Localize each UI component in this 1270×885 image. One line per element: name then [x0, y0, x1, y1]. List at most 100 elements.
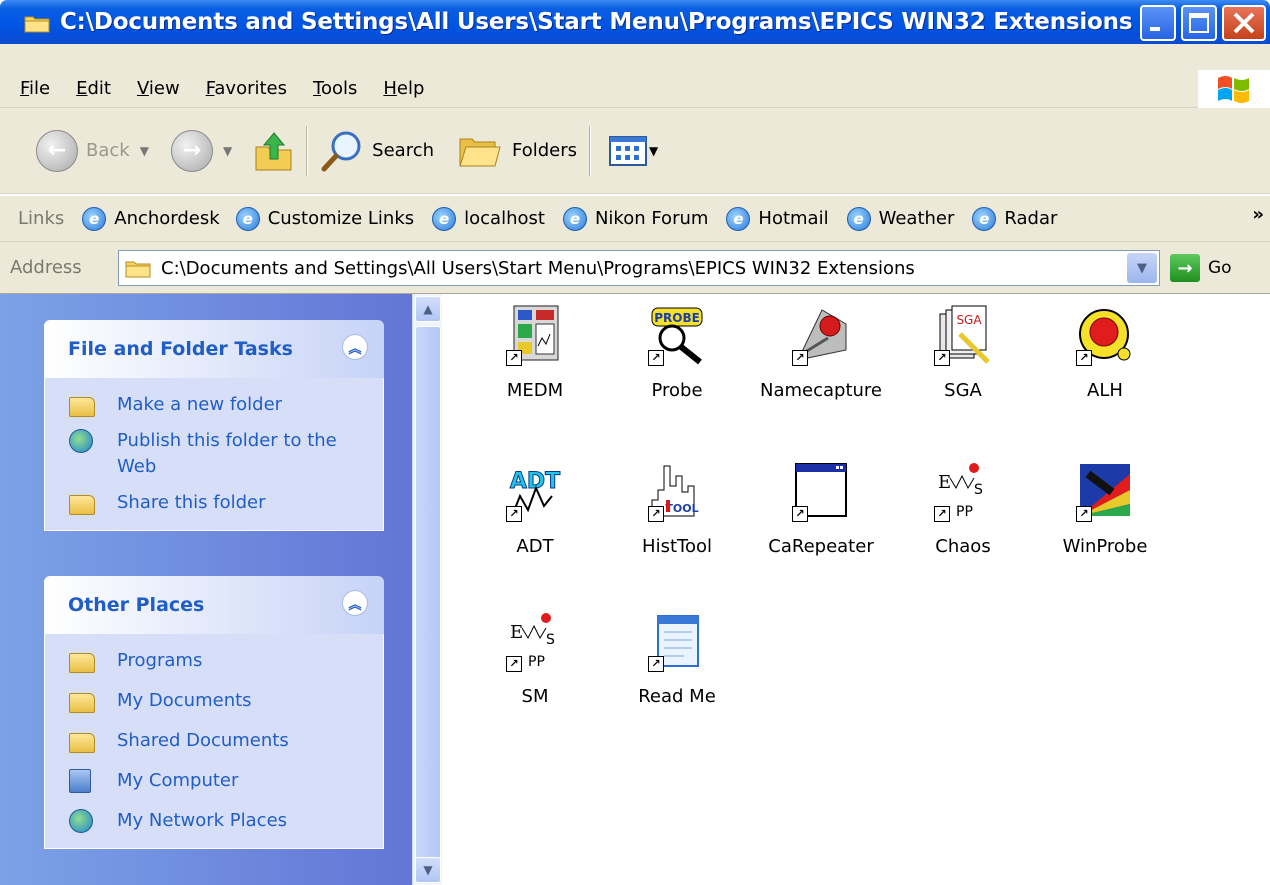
- views-button[interactable]: ▼: [609, 134, 658, 168]
- file-probe[interactable]: PROBE ↗ Probe: [602, 304, 752, 401]
- shortcut-arrow-icon: ↗: [506, 506, 522, 522]
- panel-title: Other Places: [68, 594, 205, 616]
- link-localhost[interactable]: e localhost: [432, 206, 545, 231]
- scroll-down-icon[interactable]: ▼: [415, 857, 441, 883]
- file-winprobe[interactable]: ↗ WinProbe: [1030, 460, 1180, 557]
- window-title: C:\Documents and Settings\All Users\Star…: [60, 9, 1133, 35]
- file-folder-tasks-header[interactable]: File and Folder Tasks ︽: [44, 320, 384, 378]
- link-customize-links[interactable]: e Customize Links: [235, 206, 414, 231]
- publish-web-icon: [69, 429, 95, 453]
- address-label: Address: [10, 257, 82, 278]
- file-read-me[interactable]: ↗ Read Me: [602, 610, 752, 707]
- maximize-icon: [1189, 13, 1209, 33]
- collapse-chevron-icon[interactable]: ︽: [342, 334, 368, 360]
- file-sga[interactable]: SGA ↗ SGA: [888, 304, 1038, 401]
- ie-icon: e: [972, 206, 997, 231]
- place-my-network-places[interactable]: My Network Places: [69, 808, 383, 834]
- file-carepeater[interactable]: ↗ CaRepeater: [746, 460, 896, 557]
- task-make-new-folder[interactable]: Make a new folder: [69, 392, 383, 418]
- task-pane: File and Folder Tasks ︽ Make a new folde…: [0, 294, 412, 885]
- link-radar[interactable]: e Radar: [972, 206, 1057, 231]
- svg-text:S: S: [974, 482, 983, 498]
- file-namecapture[interactable]: ↗ Namecapture: [746, 304, 896, 401]
- menu-view[interactable]: View: [137, 78, 180, 99]
- probe-icon: PROBE ↗: [648, 304, 706, 366]
- task-label: Publish this folder to the Web: [117, 430, 337, 477]
- place-my-computer[interactable]: My Computer: [69, 768, 383, 794]
- file-histtool[interactable]: TOOL ↗ HistTool: [602, 460, 752, 557]
- other-places-header[interactable]: Other Places ︽: [44, 576, 384, 634]
- file-adt[interactable]: ADT ↗ ADT: [460, 460, 610, 557]
- folders-button[interactable]: Folders: [458, 133, 577, 169]
- file-label: ALH: [1087, 380, 1123, 401]
- place-shared-documents[interactable]: Shared Documents: [69, 728, 383, 754]
- link-label: localhost: [464, 208, 545, 229]
- winprobe-icon: ↗: [1076, 460, 1134, 522]
- menu-favorites[interactable]: Favorites: [206, 78, 287, 99]
- menu-file[interactable]: File: [20, 78, 50, 99]
- back-arrow-icon: ←: [36, 129, 78, 172]
- scroll-thumb[interactable]: [415, 326, 441, 866]
- file-label: ADT: [516, 536, 554, 557]
- task-share-folder[interactable]: Share this folder: [69, 490, 383, 516]
- address-input[interactable]: C:\Documents and Settings\All Users\Star…: [118, 250, 1160, 286]
- file-chaos[interactable]: E S PP ↗ Chaos: [888, 460, 1038, 557]
- views-dropdown-icon[interactable]: ▼: [649, 144, 658, 158]
- forward-dropdown-icon[interactable]: ▼: [223, 144, 232, 158]
- back-dropdown-icon[interactable]: ▼: [140, 144, 149, 158]
- title-bar[interactable]: C:\Documents and Settings\All Users\Star…: [0, 0, 1270, 44]
- link-hotmail[interactable]: e Hotmail: [726, 206, 829, 231]
- notepad-icon: ↗: [648, 610, 706, 672]
- svg-text:E: E: [510, 622, 523, 643]
- task-label: Make a new folder: [117, 394, 283, 415]
- share-folder-icon: [69, 491, 95, 515]
- task-pane-scrollbar[interactable]: ▲ ▼: [412, 294, 442, 885]
- maximize-button[interactable]: [1181, 5, 1217, 41]
- file-medm[interactable]: ↗ MEDM: [460, 304, 610, 401]
- svg-text:PP: PP: [528, 654, 545, 670]
- alh-icon: ↗: [1076, 304, 1134, 366]
- menu-tools[interactable]: Tools: [313, 78, 357, 99]
- place-label: My Computer: [117, 770, 239, 791]
- close-icon: [1233, 12, 1255, 34]
- address-dropdown-icon[interactable]: ▼: [1127, 253, 1157, 283]
- file-sm[interactable]: E S PP ↗ SM: [460, 610, 610, 707]
- search-icon: [321, 131, 361, 171]
- shortcut-arrow-icon: ↗: [934, 506, 950, 522]
- views-icon: [609, 135, 648, 166]
- place-my-documents[interactable]: My Documents: [69, 688, 383, 714]
- toolbar-separator: [306, 125, 309, 176]
- link-label: Anchordesk: [114, 208, 220, 229]
- scroll-up-icon[interactable]: ▲: [415, 296, 441, 322]
- close-button[interactable]: [1222, 5, 1266, 41]
- shortcut-arrow-icon: ↗: [506, 656, 522, 672]
- back-label: Back: [86, 140, 130, 161]
- back-button[interactable]: ← Back ▼: [36, 129, 149, 172]
- go-button[interactable]: → Go: [1170, 254, 1232, 282]
- panel-title: File and Folder Tasks: [68, 338, 293, 360]
- search-button[interactable]: Search: [320, 129, 434, 173]
- programs-folder-icon: [69, 649, 95, 673]
- svg-text:S: S: [546, 632, 555, 648]
- menu-bar: File Edit View Favorites Tools Help: [0, 70, 1270, 108]
- sga-icon: SGA ↗: [934, 304, 992, 366]
- minimize-button[interactable]: [1140, 5, 1176, 41]
- menu-help[interactable]: Help: [383, 78, 424, 99]
- folder-icon: [125, 261, 151, 278]
- task-publish-folder[interactable]: Publish this folder to the Web: [69, 428, 383, 480]
- menu-edit[interactable]: Edit: [76, 78, 111, 99]
- collapse-chevron-icon[interactable]: ︽: [342, 590, 368, 616]
- links-overflow-chevron-icon[interactable]: »: [1252, 204, 1264, 225]
- up-folder-button[interactable]: [254, 129, 294, 173]
- link-label: Hotmail: [758, 208, 829, 229]
- forward-arrow-icon: →: [170, 129, 213, 172]
- links-bar: Links e Anchordesk e Customize Links e l…: [0, 196, 1270, 242]
- other-places-panel: Other Places ︽ Programs My Documents Sha…: [44, 576, 384, 849]
- standard-toolbar: ← Back ▼ → ▼ Search Folders ▼: [0, 108, 1270, 194]
- file-alh[interactable]: ↗ ALH: [1030, 304, 1180, 401]
- forward-button[interactable]: → ▼: [170, 129, 232, 172]
- place-programs[interactable]: Programs: [69, 648, 383, 674]
- link-weather[interactable]: e Weather: [846, 206, 954, 231]
- link-nikon-forum[interactable]: e Nikon Forum: [562, 206, 708, 231]
- link-anchordesk[interactable]: e Anchordesk: [82, 206, 220, 231]
